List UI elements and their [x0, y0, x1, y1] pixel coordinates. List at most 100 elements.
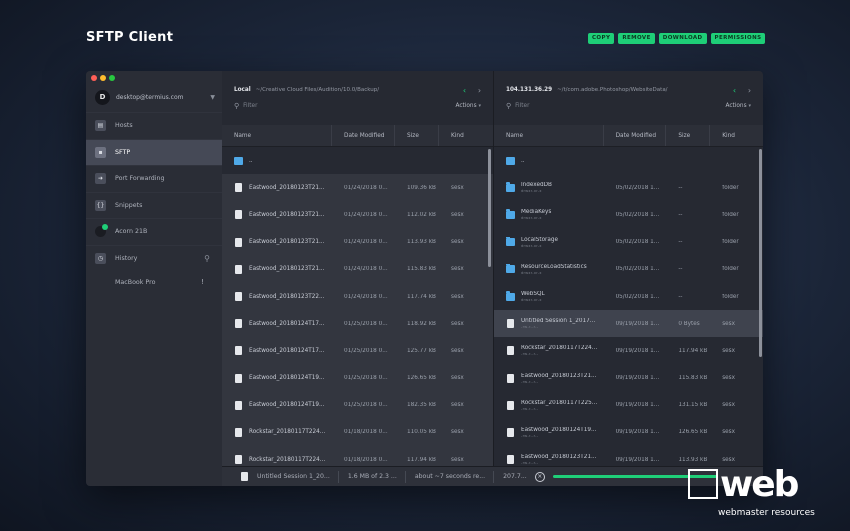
file-name: WebSQL: [521, 291, 545, 298]
date-cell: 05/02/2018 1...: [615, 184, 660, 191]
kind-cell: sesx: [451, 211, 464, 218]
filter-input[interactable]: Filter: [515, 103, 725, 109]
table-row[interactable]: Eastwood_20180124T17... 01/25/2018 0... 11…: [222, 310, 493, 338]
history-item[interactable]: MacBook Pro !: [86, 271, 222, 293]
sftp-icon: ▪: [95, 146, 106, 158]
column-kind[interactable]: Kind: [710, 125, 763, 146]
file-name: Rockstar_20180117T224...: [521, 345, 598, 352]
column-date-modified[interactable]: Date Modified: [332, 125, 395, 146]
scrollbar[interactable]: [488, 149, 491, 267]
folder-icon: [506, 209, 515, 219]
download-button[interactable]: DOWNLOAD: [658, 33, 707, 44]
table-row[interactable]: Eastwood_20180124T19... -rw-r--r-- 09/19/2…: [494, 419, 763, 446]
folder-icon: [234, 156, 243, 165]
kind-cell: sesx: [451, 375, 464, 382]
table-row[interactable]: ..: [494, 147, 763, 174]
table-row[interactable]: MediaKeys drwxr-xr-x 05/02/2018 1... -- fold…: [494, 201, 763, 228]
file-name: Eastwood_20180123T21...: [249, 211, 325, 218]
divider: [493, 470, 495, 483]
filter-input[interactable]: Filter: [243, 103, 455, 109]
close-window-button[interactable]: [91, 75, 97, 81]
date-cell: 05/02/2018 1...: [615, 239, 660, 246]
table-row[interactable]: ResourceLoadStatistics drwxr-xr-x 05/02/20…: [494, 256, 763, 283]
file-name: IndexedDB: [521, 182, 552, 189]
back-arrow-icon[interactable]: ‹: [727, 86, 742, 95]
kind-cell: sesx: [451, 239, 464, 246]
table-header: Name Date Modified Size Kind: [222, 125, 493, 147]
date-cell: 05/02/2018 1...: [615, 266, 660, 273]
transfer-eta: about ~7 seconds re...: [414, 473, 486, 480]
table-row[interactable]: Eastwood_20180123T21... -rw-r--r-- 09/19/2…: [494, 365, 763, 392]
file-icon: [234, 427, 243, 437]
file-list: .. Eastwood_20180123T21... 01/24/2018 0...…: [222, 147, 493, 474]
actions-menu[interactable]: Actions ▾: [455, 103, 481, 109]
table-row[interactable]: Eastwood_20180123T21... 01/24/2018 0... 11…: [222, 201, 493, 229]
name-cell: ResourceLoadStatistics drwxr-xr-x: [494, 263, 604, 275]
forward-arrow-icon[interactable]: ›: [742, 86, 757, 95]
name-cell: Eastwood_20180124T17...: [222, 319, 332, 329]
sidebar-item-sftp[interactable]: ▪ SFTP: [86, 138, 222, 165]
forward-arrow-icon[interactable]: ›: [472, 86, 487, 95]
sidebar-item-snippets[interactable]: {} Snippets: [86, 191, 222, 219]
account-switcher[interactable]: D desktop@termius.com ▼: [95, 89, 215, 105]
sidebar-item-hosts[interactable]: ▤ Hosts: [86, 112, 222, 139]
file-icon: [234, 183, 243, 193]
actions-label: Actions: [455, 103, 477, 109]
table-row[interactable]: Eastwood_20180124T17... 01/25/2018 0... 12…: [222, 337, 493, 365]
search-icon[interactable]: ⚲: [204, 254, 210, 263]
minimize-window-button[interactable]: [100, 75, 106, 81]
permissions-button[interactable]: PERMISSIONS: [710, 33, 766, 44]
kind-cell: sesx: [722, 402, 735, 409]
table-row[interactable]: Eastwood_20180123T21... 01/24/2018 0... 11…: [222, 228, 493, 256]
table-row[interactable]: Eastwood_20180124T19... 01/25/2018 0... 18…: [222, 391, 493, 419]
actions-menu[interactable]: Actions ▾: [725, 103, 751, 109]
table-row[interactable]: Eastwood_20180123T22... 01/24/2018 0... 11…: [222, 282, 493, 311]
kind-cell: sesx: [722, 320, 735, 327]
table-row[interactable]: Untitled Session 1_2017... -rw-r--r-- 09/1…: [494, 310, 763, 338]
column-name[interactable]: Name: [222, 125, 332, 146]
column-size[interactable]: Size: [395, 125, 439, 146]
zoom-window-button[interactable]: [109, 75, 115, 81]
remove-button[interactable]: REMOVE: [618, 33, 655, 44]
sidebar-item-port-forwarding[interactable]: ➜ Port Forwarding: [86, 165, 222, 192]
sidebar-item-acorn[interactable]: Acorn 21B: [86, 218, 222, 245]
file-permissions: -rw-r--r--: [521, 461, 539, 466]
file-permissions: -rw-r--r--: [521, 433, 539, 438]
path-text[interactable]: ~/t/com.adobe.Photoshop/WebsiteData/: [557, 87, 727, 93]
column-name[interactable]: Name: [494, 125, 604, 146]
table-row[interactable]: IndexedDB drwxr-xr-x 05/02/2018 1... -- fold…: [494, 174, 763, 201]
table-row[interactable]: ..: [222, 147, 493, 174]
table-row[interactable]: Eastwood_20180123T21... 01/24/2018 0... 10…: [222, 174, 493, 202]
sidebar-item-label: History: [115, 254, 138, 262]
table-row[interactable]: Eastwood_20180123T21... 01/24/2018 0... 11…: [222, 255, 493, 283]
avatar: D: [95, 89, 110, 105]
cancel-transfer-button[interactable]: ×: [534, 471, 545, 482]
back-arrow-icon[interactable]: ‹: [457, 86, 472, 95]
folder-icon: [506, 182, 515, 192]
table-row[interactable]: Rockstar_20180117T225... -rw-r--r-- 09/19/…: [494, 392, 763, 419]
table-row[interactable]: Eastwood_20180124T19... 01/25/2018 0... 12…: [222, 364, 493, 392]
size-cell: 126.65 kB: [407, 375, 436, 382]
column-size[interactable]: Size: [666, 125, 711, 146]
table-row[interactable]: Rockstar_20180117T224... 01/18/2018 0... 1…: [222, 418, 493, 447]
kind-cell: sesx: [722, 375, 735, 382]
sidebar-item-history[interactable]: ◷ History ⚲: [86, 244, 222, 272]
file-name: Eastwood_20180123T21...: [249, 184, 325, 191]
column-date-modified[interactable]: Date Modified: [604, 125, 667, 146]
history-item-label: MacBook Pro: [115, 278, 156, 286]
table-row[interactable]: Rockstar_20180117T224... -rw-r--r-- 09/19/…: [494, 337, 763, 364]
file-icon: [234, 292, 243, 302]
column-kind[interactable]: Kind: [439, 125, 493, 146]
copy-button[interactable]: COPY: [588, 33, 615, 44]
file-icon: [234, 455, 243, 465]
table-row[interactable]: LocalStorage drwxr-xr-x 05/02/2018 1... -- f…: [494, 229, 763, 256]
port-forwarding-icon: ➜: [95, 173, 106, 185]
table-row[interactable]: WebSQL drwxr-xr-x 05/02/2018 1... -- folder: [494, 283, 763, 310]
name-cell: Eastwood_20180124T17...: [222, 346, 332, 356]
file-icon: [234, 210, 243, 220]
app-window: D desktop@termius.com ▼ ▤ Hosts ▪ SFTP ➜…: [86, 71, 763, 486]
scrollbar[interactable]: [759, 149, 762, 357]
kind-cell: sesx: [722, 456, 735, 463]
kind-cell: sesx: [722, 347, 735, 354]
path-text[interactable]: ~/Creative Cloud Files/Audition/10.0/Bac…: [256, 87, 457, 93]
